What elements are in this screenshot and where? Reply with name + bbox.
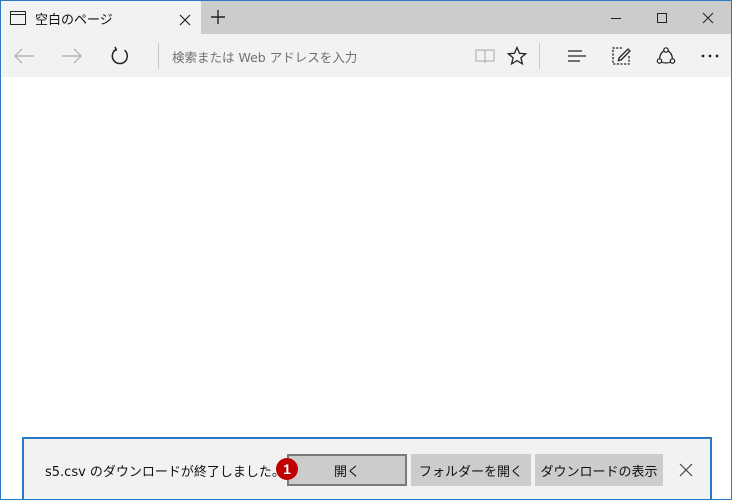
- browser-window: 空白のページ 検索または Web アドレスを入力 s5.csv のダウンロードが…: [0, 0, 732, 500]
- step-badge: 1: [276, 458, 298, 480]
- open-file-button[interactable]: 開く: [287, 454, 407, 486]
- tab-blank-page[interactable]: 空白のページ: [1, 1, 201, 34]
- new-tab-plus-icon[interactable]: [210, 9, 226, 25]
- toolbar-separator: [158, 43, 159, 69]
- minimize-icon[interactable]: [593, 1, 639, 34]
- window-close-icon[interactable]: [685, 1, 731, 34]
- maximize-icon[interactable]: [639, 1, 685, 34]
- tab-close-icon[interactable]: [179, 11, 191, 26]
- address-input[interactable]: 検索または Web アドレスを入力: [172, 47, 357, 66]
- share-icon[interactable]: [653, 43, 679, 69]
- tab-strip: 空白のページ: [1, 1, 731, 34]
- tab-title: 空白のページ: [35, 13, 113, 28]
- toolbar-separator: [539, 43, 540, 69]
- more-icon[interactable]: [697, 43, 723, 69]
- star-icon[interactable]: [504, 43, 530, 69]
- pen-note-icon[interactable]: [608, 43, 634, 69]
- page-icon: [10, 10, 26, 25]
- open-folder-button[interactable]: フォルダーを開く: [411, 454, 531, 486]
- download-message: s5.csv のダウンロードが終了しました。: [45, 465, 285, 480]
- arrow-left-icon[interactable]: [11, 43, 37, 69]
- refresh-icon[interactable]: [107, 43, 133, 69]
- book-icon[interactable]: [472, 43, 498, 69]
- hub-icon[interactable]: [564, 43, 590, 69]
- close-icon[interactable]: [679, 462, 693, 477]
- view-downloads-button[interactable]: ダウンロードの表示: [535, 454, 663, 486]
- navigation-bar: 検索または Web アドレスを入力: [1, 34, 731, 77]
- download-notification-bar: s5.csv のダウンロードが終了しました。 開く 1 フォルダーを開く ダウン…: [22, 437, 712, 499]
- arrow-right-icon[interactable]: [59, 43, 85, 69]
